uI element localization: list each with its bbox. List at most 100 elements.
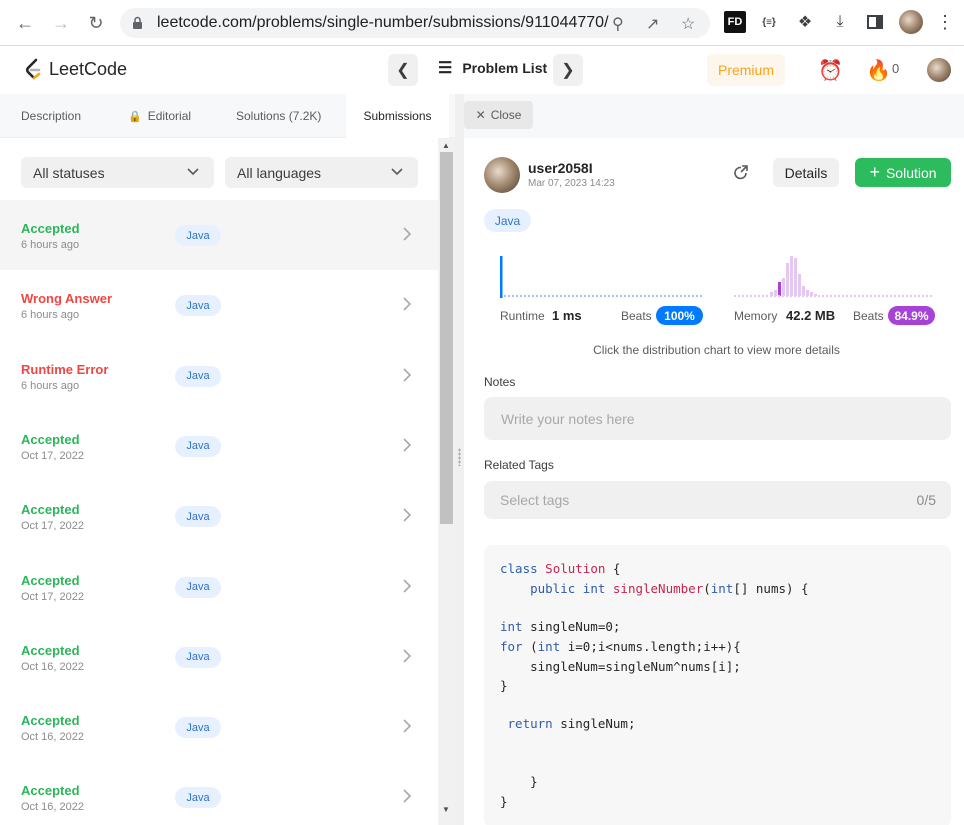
language-filter-select[interactable]: All languages: [225, 157, 418, 188]
submission-status: Accepted: [21, 642, 80, 658]
submission-language-badge: Java: [175, 506, 221, 528]
chevron-right-icon: ❯: [561, 62, 575, 79]
submission-row[interactable]: Runtime Error 6 hours ago Java: [0, 341, 438, 411]
details-button[interactable]: Details: [773, 158, 839, 187]
chevron-right-icon: [403, 508, 412, 522]
submission-row[interactable]: Wrong Answer 6 hours ago Java: [0, 270, 438, 340]
language-badge: Java: [484, 209, 531, 232]
submission-row[interactable]: Accepted Oct 17, 2022 Java: [0, 411, 438, 481]
post-solution-button[interactable]: + Solution: [855, 158, 951, 187]
forward-icon[interactable]: →: [48, 10, 74, 36]
submission-language-badge: Java: [175, 717, 221, 739]
notes-input[interactable]: [484, 397, 951, 440]
submission-row[interactable]: Accepted 6 hours ago Java: [0, 200, 438, 270]
prev-problem-button[interactable]: ❮: [388, 54, 418, 86]
streak-flame-icon[interactable]: 🔥: [866, 58, 891, 83]
bookmark-star-icon[interactable]: ☆: [681, 14, 695, 34]
code-line: }: [500, 678, 508, 693]
resize-handle-icon[interactable]: [458, 448, 461, 466]
close-label: Close: [490, 108, 522, 122]
submission-filters: All statuses All languages: [0, 138, 438, 200]
lock-icon: [133, 16, 142, 29]
submission-language-badge: Java: [175, 576, 221, 598]
submission-status: Accepted: [21, 783, 80, 799]
submission-row[interactable]: Accepted Oct 16, 2022 Java: [0, 692, 438, 762]
chevron-down-icon: [391, 168, 403, 176]
alarm-clock-icon[interactable]: ⏰: [818, 58, 843, 83]
zoom-icon[interactable]: ⚲: [612, 14, 624, 34]
tab-editorial[interactable]: 🔒 Editorial: [128, 94, 191, 138]
tab-submissions[interactable]: Submissions: [346, 94, 449, 138]
submission-row[interactable]: Accepted Oct 16, 2022 Java: [0, 762, 438, 825]
solution-label: Solution: [885, 164, 937, 181]
submission-status: Accepted: [21, 713, 80, 729]
scroll-thumb[interactable]: [440, 152, 453, 524]
list-scrollbar[interactable]: ▲ ▼: [438, 138, 455, 825]
leetcode-logo-icon: [25, 58, 41, 80]
tab-label: Editorial: [147, 109, 192, 123]
close-icon: ✕: [475, 108, 486, 122]
runtime-user-bar: [500, 256, 503, 298]
submitter-username[interactable]: user2058I: [528, 160, 593, 176]
runtime-distribution-chart[interactable]: [500, 252, 703, 302]
premium-button[interactable]: Premium: [707, 54, 785, 86]
code-line: int singleNum=0;: [500, 619, 621, 634]
fd-extension-icon[interactable]: FD: [724, 11, 746, 33]
json-extension-icon[interactable]: {≡}: [758, 11, 780, 33]
code-viewer[interactable]: class Solution { public int singleNumber…: [484, 545, 951, 825]
chart-hint-text: Click the distribution chart to view mor…: [593, 343, 840, 357]
submission-row[interactable]: Accepted Oct 17, 2022 Java: [0, 552, 438, 622]
submission-status: Accepted: [21, 502, 80, 518]
memory-distribution-chart[interactable]: [734, 252, 937, 302]
menu-kebab-icon[interactable]: ⋮: [934, 11, 956, 33]
chevron-down-icon: [187, 168, 199, 176]
code-line: singleNum=singleNum^nums[i];: [500, 659, 741, 674]
submission-language-badge: Java: [175, 365, 221, 387]
submission-language-badge: Java: [175, 295, 221, 317]
problem-list-link[interactable]: ☰ Problem List: [438, 58, 547, 78]
submission-row[interactable]: Accepted Oct 16, 2022 Java: [0, 622, 438, 692]
chevron-left-icon: ❮: [396, 62, 410, 79]
scroll-down-arrow-icon[interactable]: ▼: [442, 805, 450, 814]
chevron-right-icon: [403, 297, 412, 311]
side-panel-icon[interactable]: [864, 11, 886, 33]
submission-date: Mar 07, 2023 14:23: [528, 178, 615, 189]
submission-status: Accepted: [21, 221, 80, 236]
tab-solutions[interactable]: Solutions (7.2K): [236, 94, 321, 138]
code-line: }: [500, 794, 508, 809]
back-icon[interactable]: ←: [12, 10, 38, 36]
extensions-puzzle-icon[interactable]: ❖: [794, 11, 816, 33]
memory-dist-bar: [794, 258, 797, 296]
memory-dist-bar: [786, 263, 789, 296]
share-page-icon[interactable]: ↗: [646, 14, 659, 34]
share-link-icon[interactable]: [732, 164, 750, 182]
reload-icon[interactable]: ↻: [83, 10, 109, 36]
scroll-up-arrow-icon[interactable]: ▲: [442, 141, 450, 150]
leetcode-logo[interactable]: LeetCode: [24, 58, 127, 80]
close-detail-button[interactable]: ✕ Close: [464, 101, 533, 129]
problem-tabs: Description 🔒 Editorial Solutions (7.2K)…: [0, 94, 455, 138]
code-line: return singleNum;: [507, 716, 636, 731]
next-problem-button[interactable]: ❯: [553, 54, 583, 86]
tab-description[interactable]: Description: [21, 94, 81, 138]
address-bar[interactable]: leetcode.com/problems/single-number/subm…: [120, 8, 710, 38]
submission-time: Oct 17, 2022: [21, 520, 84, 533]
problem-list-label: Problem List: [462, 60, 548, 76]
status-filter-select[interactable]: All statuses: [21, 157, 214, 188]
profile-avatar[interactable]: [899, 10, 923, 34]
submission-time: Oct 16, 2022: [21, 660, 84, 673]
tags-select[interactable]: Select tags 0/5: [484, 481, 951, 519]
submission-time: 6 hours ago: [21, 239, 80, 251]
submission-row[interactable]: Accepted Oct 17, 2022 Java: [0, 481, 438, 551]
download-icon[interactable]: ⤓: [829, 11, 851, 33]
user-avatar[interactable]: [927, 58, 951, 82]
submitter-avatar[interactable]: [484, 157, 520, 193]
lock-icon: 🔒: [128, 110, 142, 123]
memory-label: Memory: [734, 309, 778, 323]
language-filter-value: All languages: [237, 164, 322, 181]
runtime-value: 1 ms: [552, 308, 582, 323]
memory-dist-bar: [790, 256, 793, 296]
submission-status: Accepted: [21, 572, 80, 588]
code-line: class Solution {: [500, 561, 621, 576]
tags-count: 0/5: [916, 492, 936, 508]
